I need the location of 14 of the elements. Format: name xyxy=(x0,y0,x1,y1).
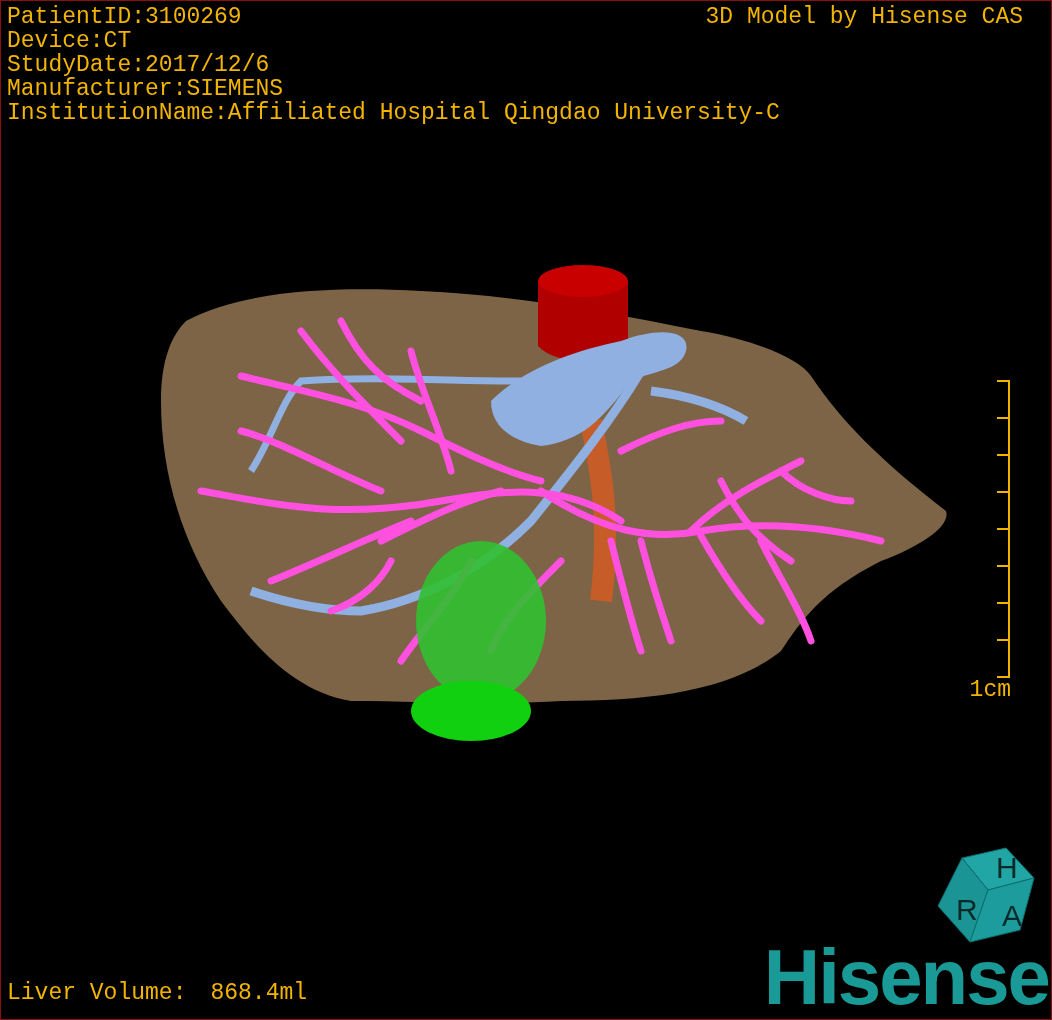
info-text: Device:CT xyxy=(7,29,132,53)
brand-logo: Hisense xyxy=(763,937,1049,1017)
volume-value: 868.4ml xyxy=(210,981,308,1005)
axis-letter: R xyxy=(956,893,978,926)
info-text: PatientID:3100269 xyxy=(7,5,242,29)
orientation-cube-icon xyxy=(937,847,1035,943)
info-text: StudyDate:2017/12/6 xyxy=(7,53,270,77)
scale-label: 1cm xyxy=(969,678,1011,702)
info-text: Manufacturer:SIEMENS xyxy=(7,77,284,101)
model-title: 3D Model by Hisense CAS xyxy=(705,5,1023,29)
info-text: InstitutionName:Affiliated Hospital Qingdao University-C xyxy=(7,101,780,125)
volume-label: Liver Volume: xyxy=(7,981,187,1005)
axis-letter: H xyxy=(996,851,1018,884)
axis-letter: A xyxy=(1002,899,1022,932)
